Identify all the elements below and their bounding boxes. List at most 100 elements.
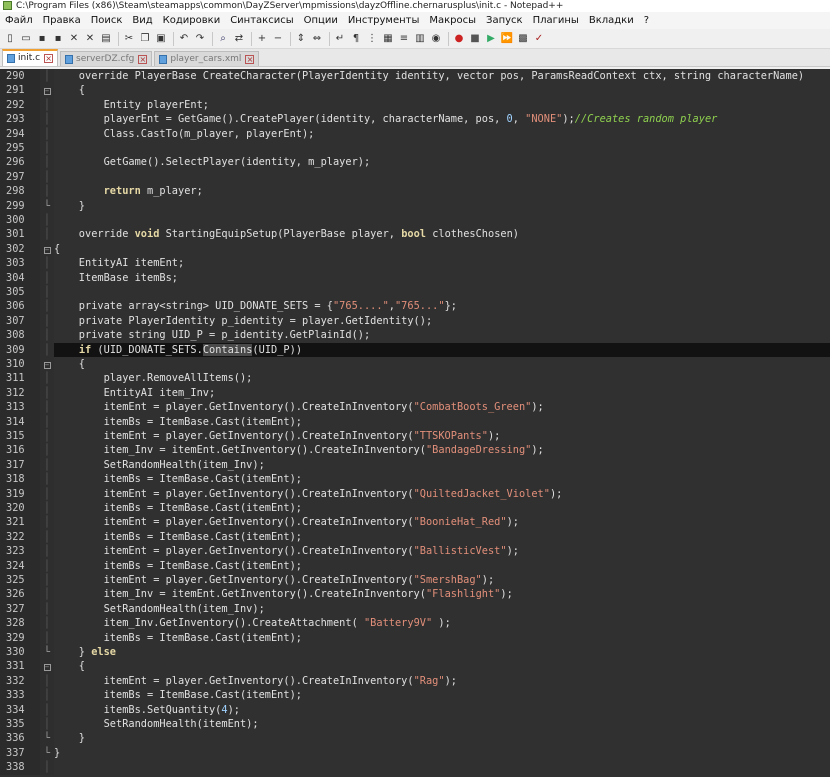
function-list-icon[interactable]: ≡ — [397, 32, 411, 46]
code-line[interactable]: 334 │ itemBs.SetQuantity(4); — [0, 702, 830, 717]
code-line[interactable]: 293 │ playerEnt = GetGame().CreatePlayer(… — [0, 112, 830, 127]
save-all-icon[interactable]: ▪ — [51, 32, 65, 46]
fold-toggle-icon[interactable]: − — [40, 659, 54, 674]
menu-item-7[interactable]: Инструменты — [343, 12, 425, 29]
indent-guide-icon[interactable]: ⋮ — [365, 32, 379, 46]
code-line[interactable]: 328 │ item_Inv.GetInventory().CreateAttac… — [0, 616, 830, 631]
code-line[interactable]: 302−{ — [0, 241, 830, 257]
code-line[interactable]: 323 │ itemEnt = player.GetInventory().Cre… — [0, 544, 830, 559]
code-line[interactable]: 310− { — [0, 357, 830, 372]
copy-icon[interactable]: ❐ — [138, 32, 152, 46]
code-line[interactable]: 327 │ SetRandomHealth(item_Inv); — [0, 601, 830, 617]
code-line[interactable]: 301 │ override void StartingEquipSetup(Pl… — [0, 227, 830, 242]
new-file-icon[interactable]: ▯ — [3, 32, 17, 46]
code-line[interactable]: 294 │ Class.CastTo(m_player, playerEnt); — [0, 126, 830, 141]
code-line[interactable]: 299 └ } — [0, 198, 830, 213]
tab-init-c[interactable]: init.c × — [2, 49, 59, 66]
cut-icon[interactable]: ✂ — [122, 32, 136, 46]
code-line[interactable]: 336 └ } — [0, 731, 830, 746]
code-line[interactable]: 332 │ itemEnt = player.GetInventory().Cre… — [0, 673, 830, 689]
code-line[interactable]: 318 │ itemBs = ItemBase.Cast(itemEnt); — [0, 472, 830, 487]
undo-icon[interactable]: ↶ — [177, 32, 191, 46]
play-macro-icon[interactable]: ▶ — [484, 32, 498, 46]
minus-box-icon[interactable]: − — [43, 88, 51, 96]
code-line[interactable]: 319 │ itemEnt = player.GetInventory().Cre… — [0, 486, 830, 501]
menu-item-10[interactable]: Плагины — [528, 12, 584, 29]
code-line[interactable]: 295 │ — [0, 141, 830, 156]
code-line[interactable]: 308 │ private string UID_P = p_identity.G… — [0, 328, 830, 343]
menu-item-6[interactable]: Опции — [299, 12, 343, 29]
redo-icon[interactable]: ↷ — [193, 32, 207, 46]
tab-serverdz-cfg[interactable]: serverDZ.cfg × — [60, 51, 153, 66]
code-line[interactable]: 314 │ itemBs = ItemBase.Cast(itemEnt); — [0, 414, 830, 429]
menu-item-5[interactable]: Синтаксисы — [225, 12, 298, 29]
code-line[interactable]: 306 │ private array<string> UID_DONATE_SE… — [0, 299, 830, 314]
folder-workspace-icon[interactable]: ▥ — [413, 32, 427, 46]
save-macro-icon[interactable]: ▩ — [516, 32, 530, 46]
minus-box-icon[interactable]: − — [43, 246, 51, 254]
code-line[interactable]: 292 │ Entity playerEnt; — [0, 97, 830, 113]
zoom-in-icon[interactable]: + — [255, 32, 269, 46]
menu-item-11[interactable]: Вкладки — [584, 12, 639, 29]
zoom-out-icon[interactable]: − — [271, 32, 285, 46]
stop-macro-icon[interactable]: ■ — [468, 32, 482, 46]
menu-item-3[interactable]: Вид — [127, 12, 157, 29]
code-line[interactable]: 329 │ itemBs = ItemBase.Cast(itemEnt); — [0, 630, 830, 645]
save-icon[interactable]: ▪ — [35, 32, 49, 46]
show-all-chars-icon[interactable]: ¶ — [349, 32, 363, 46]
close-icon[interactable]: ✕ — [67, 32, 81, 46]
menu-item-4[interactable]: Кодировки — [158, 12, 226, 29]
code-line[interactable]: 304 │ ItemBase itemBs; — [0, 270, 830, 285]
code-line[interactable]: 333 │ itemBs = ItemBase.Cast(itemEnt); — [0, 688, 830, 703]
code-line[interactable]: 322 │ itemBs = ItemBase.Cast(itemEnt); — [0, 529, 830, 545]
close-icon[interactable]: × — [44, 54, 54, 63]
word-wrap-icon[interactable]: ↵ — [333, 32, 347, 46]
code-line[interactable]: 315 │ itemEnt = player.GetInventory().Cre… — [0, 429, 830, 444]
fold-toggle-icon[interactable]: − — [40, 357, 54, 372]
paste-icon[interactable]: ▣ — [154, 32, 168, 46]
menu-item-1[interactable]: Правка — [38, 12, 86, 29]
menu-item-2[interactable]: Поиск — [86, 12, 128, 29]
code-line[interactable]: 300 │ — [0, 213, 830, 228]
code-line[interactable]: 290 │ override PlayerBase CreateCharacter… — [0, 69, 830, 84]
code-line[interactable]: 311 │ player.RemoveAllItems(); — [0, 371, 830, 386]
menu-item-0[interactable]: Файл — [0, 12, 38, 29]
open-file-icon[interactable]: ▭ — [19, 32, 33, 46]
sync-v-icon[interactable]: ⇕ — [294, 32, 308, 46]
code-line[interactable]: 313 │ itemEnt = player.GetInventory().Cre… — [0, 400, 830, 415]
code-line[interactable]: 326 │ item_Inv = itemEnt.GetInventory().C… — [0, 587, 830, 602]
monitor-icon[interactable]: ◉ — [429, 32, 443, 46]
spellcheck-icon[interactable]: ✓ — [532, 32, 546, 46]
code-line[interactable]: 338 │ — [0, 760, 830, 775]
doc-map-icon[interactable]: ▦ — [381, 32, 395, 46]
menu-item-8[interactable]: Макросы — [424, 12, 481, 29]
code-line[interactable]: 291− { — [0, 83, 830, 98]
tab-player-cars-xml[interactable]: player_cars.xml × — [154, 51, 260, 66]
print-icon[interactable]: ▤ — [99, 32, 113, 46]
code-line[interactable]: 303 │ EntityAI itemEnt; — [0, 256, 830, 271]
code-editor[interactable]: 290 │ override PlayerBase CreateCharacter… — [0, 69, 830, 777]
code-line[interactable]: 335 │ SetRandomHealth(itemEnt); — [0, 717, 830, 732]
menu-item-9[interactable]: Запуск — [481, 12, 528, 29]
code-line[interactable]: 330 └ } else — [0, 645, 830, 660]
code-line[interactable]: 324 │ itemBs = ItemBase.Cast(itemEnt); — [0, 558, 830, 573]
fold-toggle-icon[interactable]: − — [40, 83, 54, 98]
code-line[interactable]: 316 │ item_Inv = itemEnt.GetInventory().C… — [0, 443, 830, 458]
fold-toggle-icon[interactable]: − — [40, 241, 54, 257]
code-line[interactable]: 317 │ SetRandomHealth(item_Inv); — [0, 457, 830, 473]
record-macro-icon[interactable]: ● — [452, 32, 466, 46]
code-line[interactable]: 298 │ return m_player; — [0, 184, 830, 199]
find-icon[interactable]: ⌕ — [216, 32, 230, 46]
run-macro-icon[interactable]: ⏩ — [500, 32, 514, 46]
code-line[interactable]: 296 │ GetGame().SelectPlayer(identity, m_… — [0, 155, 830, 170]
minus-box-icon[interactable]: − — [43, 664, 51, 672]
code-line[interactable]: 307 │ private PlayerIdentity p_identity =… — [0, 313, 830, 329]
code-line[interactable]: 337 └} — [0, 745, 830, 761]
code-line[interactable]: 305 │ — [0, 285, 830, 300]
code-line[interactable]: 331− { — [0, 659, 830, 674]
close-icon[interactable]: × — [245, 54, 255, 64]
menu-item-12[interactable]: ? — [639, 12, 654, 29]
code-line[interactable]: 312 │ EntityAI item_Inv; — [0, 385, 830, 401]
code-line[interactable]: 320 │ itemBs = ItemBase.Cast(itemEnt); — [0, 501, 830, 516]
code-line[interactable]: 297 │ — [0, 169, 830, 185]
